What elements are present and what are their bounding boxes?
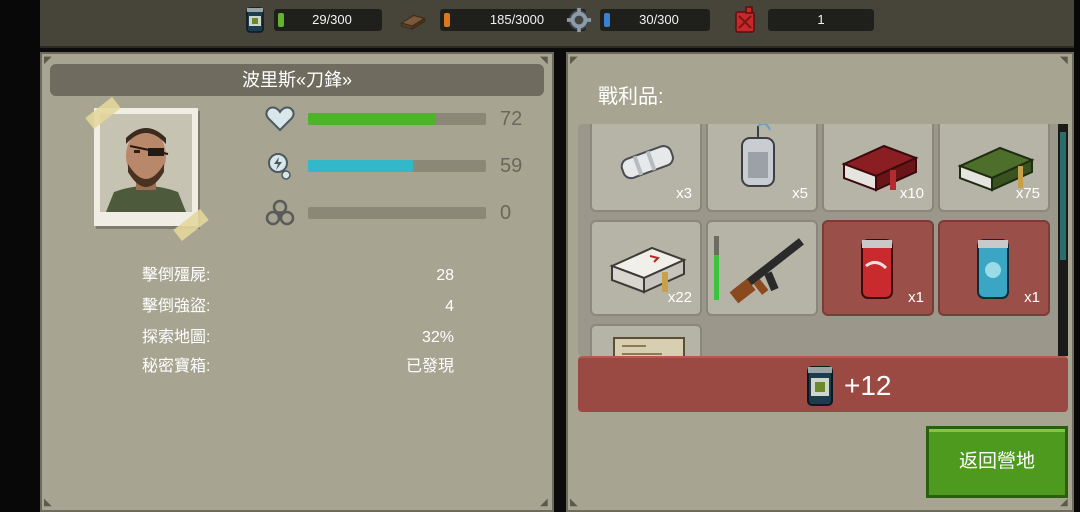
can-food-icon (807, 366, 833, 406)
loot-count: x10 (899, 185, 924, 202)
info-value: 4 (445, 298, 454, 315)
resource-food-box: 29/300 (274, 9, 382, 31)
infection-value: 0 (500, 202, 512, 224)
loot-count: x3 (676, 185, 692, 202)
loot-count: x22 (667, 289, 692, 306)
info-label: 秘密寶箱: (142, 358, 211, 375)
info-row-bandits: 擊倒強盜: 4 (142, 295, 454, 319)
energy-bar (308, 160, 486, 172)
corner-rivet: ◤ (570, 55, 578, 66)
fuel-canister-icon (735, 6, 755, 33)
energy-value: 59 (500, 155, 523, 177)
corner-rivet: ◢ (540, 497, 548, 508)
ak-rifle-icon (729, 238, 804, 304)
return-to-camp-button[interactable]: 返回營地 (926, 426, 1068, 498)
info-value: 28 (436, 267, 454, 284)
info-row-chest: 秘密寶箱: 已發現 (142, 355, 454, 379)
loot-slot-pistol-ammo[interactable]: x22 (590, 220, 702, 316)
reward-amount: +12 (844, 370, 892, 401)
loot-slot-map[interactable] (590, 324, 702, 356)
loot-slot-shotgun-shells[interactable]: x10 (822, 124, 934, 212)
resource-bar: 29/300 185/3000 30/300 1 (40, 0, 1074, 48)
loot-count: x1 (1024, 289, 1040, 306)
corner-rivet: ◣ (570, 497, 578, 508)
heart-icon (265, 106, 295, 132)
gear-parts-icon (566, 7, 592, 33)
loot-grid[interactable]: x3 x5 x10 x75 x22 x1 x1 (578, 124, 1068, 356)
loot-slot-rifle-ammo[interactable]: x75 (938, 124, 1050, 212)
loot-count: x75 (1015, 185, 1040, 202)
loot-scrollbar[interactable] (1058, 124, 1068, 356)
health-bar-fill (308, 113, 437, 125)
character-name: 波里斯«刀鋒» (50, 64, 544, 96)
resource-food-value: 29/300 (312, 12, 352, 27)
resource-parts-value: 30/300 (639, 12, 679, 27)
loot-scroll-thumb[interactable] (1060, 132, 1066, 260)
resource-wood-value: 185/3000 (489, 12, 545, 27)
health-value: 72 (500, 108, 523, 130)
resource-wood-pip (444, 13, 450, 27)
corner-rivet: ◥ (1060, 55, 1068, 66)
resource-wood-box: 185/3000 (440, 9, 586, 31)
loot-slot-rifle[interactable] (706, 220, 818, 316)
infection-bar (308, 207, 486, 219)
right-letterbox (1074, 0, 1080, 512)
loot-panel: ◤ ◥ ◣ ◢ 戰利品: x3 x5 x10 x75 x22 x1 x1 +12… (566, 52, 1074, 512)
info-label: 擊倒殭屍: (142, 267, 211, 284)
map-scroll-icon (613, 337, 685, 356)
character-panel: ◤ ◥ ◣ ◢ 波里斯«刀鋒» 72 59 0 擊倒殭屍: 28 擊倒強盜: 4… (40, 52, 554, 512)
loot-slot-iv-bag[interactable]: x5 (706, 124, 818, 212)
energy-icon (268, 153, 291, 180)
character-portrait (85, 97, 209, 241)
loot-count: x5 (792, 185, 808, 202)
info-label: 探索地圖: (142, 329, 211, 346)
loot-slot-bandage[interactable]: x3 (590, 124, 702, 212)
biohazard-icon (265, 199, 295, 226)
info-label: 擊倒強盜: (142, 298, 211, 315)
info-row-map: 探索地圖: 32% (142, 326, 454, 350)
resource-parts-pip (604, 13, 610, 27)
health-bar (308, 113, 486, 125)
loot-slot-soda-blue[interactable]: x1 (938, 220, 1050, 316)
loot-slot-soda-red[interactable]: x1 (822, 220, 934, 316)
reward-bar: +12 (578, 356, 1068, 412)
resource-food-pip (278, 13, 284, 27)
resource-parts-box: 30/300 (600, 9, 710, 31)
info-row-zombies: 擊倒殭屍: 28 (142, 264, 454, 288)
resource-fuel-value: 1 (817, 12, 825, 27)
can-food-icon (246, 7, 264, 33)
loot-count: x1 (908, 289, 924, 306)
resource-fuel-box: 1 (768, 9, 874, 31)
left-letterbox (0, 0, 40, 512)
wood-plank-icon (400, 14, 426, 31)
info-value: 32% (421, 329, 454, 346)
photo-tape (173, 209, 209, 241)
loot-title: 戰利品: (598, 86, 664, 108)
corner-rivet: ◢ (1060, 497, 1068, 508)
energy-bar-fill (308, 160, 414, 172)
survivor-face-icon (100, 114, 192, 212)
info-value: 已發現 (405, 358, 454, 375)
corner-rivet: ◣ (44, 497, 52, 508)
portrait-image (100, 114, 192, 212)
